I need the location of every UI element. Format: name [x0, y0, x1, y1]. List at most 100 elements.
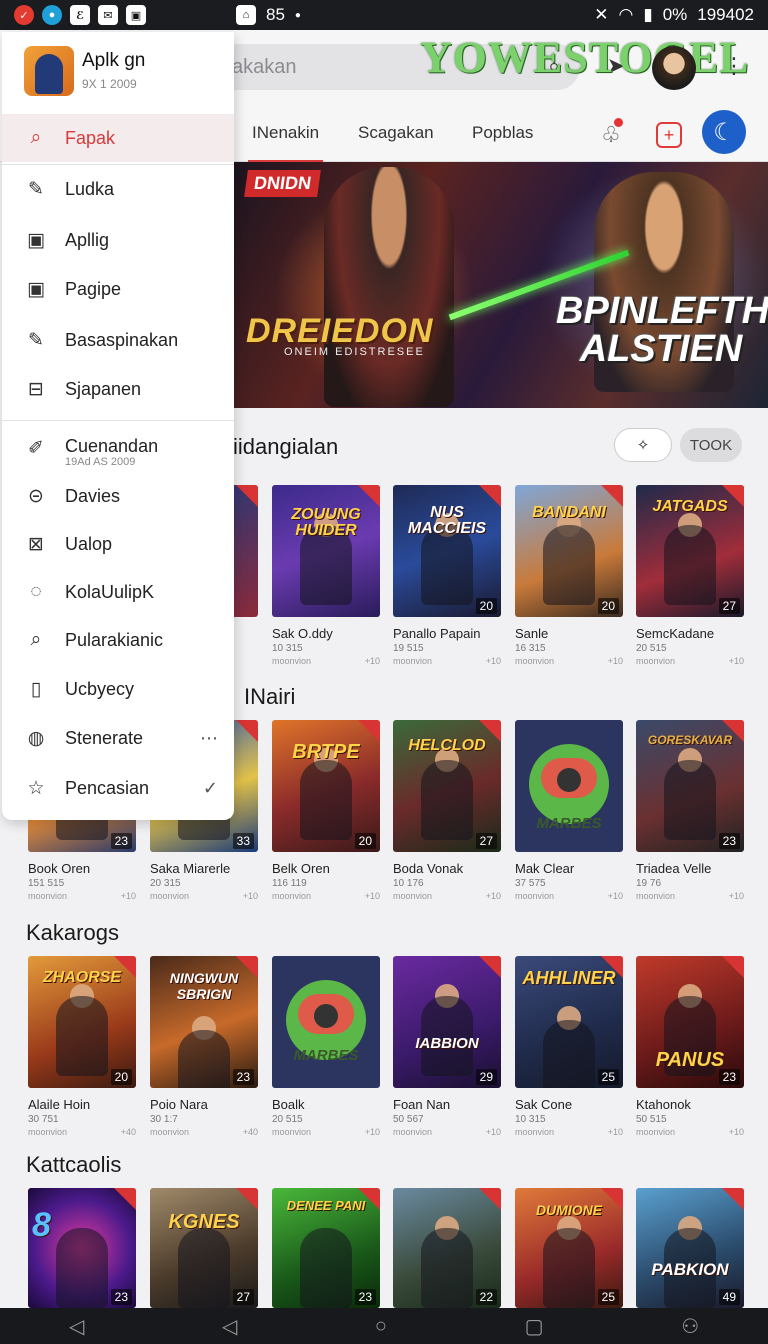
menu-item-ludka[interactable]: ✎ Ludka — [2, 165, 234, 213]
menu-item-pularakianic[interactable]: ⌕ Pularakianic — [2, 616, 234, 664]
tab-popblas[interactable]: Popblas — [472, 123, 533, 143]
mail-icon: ⊠ — [28, 533, 44, 555]
hero-banner[interactable]: DNIDN DREIEDON ONEIM EDISTRESEE BPINLEFT… — [234, 162, 768, 408]
game-tile[interactable]: MARBES Boalk 20 515 moonvion +10 — [272, 956, 380, 1137]
chat-icon: ◍ — [27, 727, 45, 749]
menu-item-stenerate[interactable]: ◍ Stenerate ⋯ — [2, 714, 234, 762]
sort-chip[interactable]: TOOK — [680, 428, 742, 462]
game-tile[interactable]: DENEE PANI 23 — [272, 1188, 380, 1308]
game-tile[interactable]: DUMIONE 25 — [515, 1188, 623, 1308]
tile-stat: +10 — [728, 1127, 744, 1137]
tile-badge: 20 — [110, 1069, 132, 1085]
menu-item-basaspinakan[interactable]: ✎ Basaspinakan — [2, 316, 234, 364]
tile-stat: +10 — [728, 891, 744, 901]
app-version: 9X 1 2009 — [82, 77, 137, 91]
tile-name: Sak O.ddy — [272, 626, 333, 641]
tab-scagakan[interactable]: Scagakan — [358, 123, 434, 143]
tile-name: Triadea Velle — [636, 861, 712, 876]
game-tile[interactable]: HELCLOD 27 Boda Vonak 10 176 moonvion +10 — [393, 720, 501, 901]
add-icon[interactable]: + — [656, 122, 682, 148]
avatar[interactable] — [652, 46, 696, 90]
game-tile[interactable]: ZHAORSE 20 Alaile Hoin 30 751 moonvion +4… — [28, 956, 136, 1137]
menu-item-kolauulipk[interactable]: ◌ KolaUulipK — [2, 568, 234, 616]
menu-item-ucbyecy[interactable]: ▯ Ucbyecy — [2, 665, 234, 713]
game-tile[interactable]: 8 23 — [28, 1188, 136, 1308]
search-icon: ⌕ — [30, 127, 42, 148]
tile-meta: 50 567 — [393, 1114, 424, 1125]
menu-item-sjapanen[interactable]: ⊟ Sjapanen — [2, 365, 234, 413]
more-icon[interactable]: ⋮ — [720, 52, 748, 80]
tile-stat: +40 — [120, 1127, 136, 1137]
game-tile[interactable]: BANDANI 20 Sanle 16 315 moonvion +10 — [515, 485, 623, 666]
tile-stat: +40 — [242, 1127, 258, 1137]
recents-icon[interactable]: ▢ — [525, 1314, 544, 1339]
tile-stat: moonvion — [150, 1127, 190, 1137]
game-tile[interactable]: BRTPE 20 Belk Oren 116 119 moonvion +10 — [272, 720, 380, 901]
menu-item-fapak[interactable]: ⌕ Fapak — [2, 114, 234, 162]
back-icon[interactable]: ◁ — [69, 1314, 84, 1339]
app-notification-icon: ✓ — [14, 5, 34, 25]
menu-item-davies[interactable]: ⊝ Davies — [2, 472, 234, 520]
menu-item-pencasian[interactable]: ☆ Pencasian ✓ — [2, 764, 234, 812]
tile-name: Boalk — [272, 1097, 305, 1112]
game-tile[interactable]: MARBES Mak Clear 37 575 moonvion +10 — [515, 720, 623, 901]
game-tile[interactable]: GORESKAVAR 23 Triadea Velle 19 76 moonvi… — [636, 720, 744, 901]
home-icon[interactable]: ○ — [375, 1315, 387, 1338]
edit-icon: ✎ — [28, 178, 44, 200]
moon-icon[interactable]: ☾ — [702, 110, 746, 154]
game-tile[interactable]: NUS MACCIEIS 20 Panallo Papain 19 515 mo… — [393, 485, 501, 666]
tile-logo: JATGADS — [652, 498, 728, 515]
game-tile[interactable]: AHHLINER 25 Sak Cone 10 315 moonvion +10 — [515, 956, 623, 1137]
game-tile[interactable]: JATGADS 27 SemcKadane 20 515 moonvion +10 — [636, 485, 744, 666]
app-notification-icon: ℰ — [70, 5, 90, 25]
tile-badge: 23 — [110, 833, 132, 849]
search-input[interactable]: akakan — [232, 56, 297, 79]
tile-stat: +10 — [485, 656, 501, 666]
menu-item-cuenandan[interactable]: ✐ Cuenandan 19Ad AS 2009 — [2, 422, 234, 476]
game-tile[interactable]: IABBION 29 Foan Nan 50 567 moonvion +10 — [393, 956, 501, 1137]
menu-item-pagipe[interactable]: ▣ Pagipe — [2, 265, 234, 313]
tab-inenakin[interactable]: INenakin — [247, 123, 324, 163]
tile-logo: KGNES — [168, 1211, 240, 1233]
game-tile[interactable]: PABKION 49 — [636, 1188, 744, 1308]
app-name: Aplk gn — [82, 50, 146, 71]
tile-logo: MARBES — [293, 1047, 359, 1064]
game-tile[interactable]: PANUS 23 Ktahonok 50 515 moonvion +10 — [636, 956, 744, 1137]
tile-name: Panallo Papain — [393, 626, 481, 641]
back-icon[interactable]: ◁ — [222, 1314, 237, 1339]
tile-name: Belk Oren — [272, 861, 330, 876]
tile-stat: moonvion — [272, 656, 312, 666]
tile-stat: moonvion — [393, 656, 433, 666]
tile-logo: 8 — [32, 1206, 51, 1244]
game-tile[interactable]: KGNES 27 — [150, 1188, 258, 1308]
filter-button[interactable]: ✧ — [614, 428, 672, 462]
game-tile[interactable]: ZOUUNG HUIDER Sak O.ddy 10 315 moonvion +… — [272, 485, 380, 666]
tile-badge: 29 — [475, 1069, 497, 1085]
hero-character — [324, 167, 454, 407]
menu-item-sublabel: 19Ad AS 2009 — [65, 456, 136, 468]
game-tile[interactable]: 22 — [393, 1188, 501, 1308]
document-icon: ▯ — [30, 678, 42, 700]
section-title: INairi — [244, 684, 296, 709]
app-icon: ▣ — [27, 229, 45, 251]
menu-item-ualop[interactable]: ⊠ Ualop — [2, 520, 234, 568]
tile-logo: BANDANI — [532, 504, 606, 521]
assistant-icon[interactable]: ⚇ — [681, 1314, 699, 1339]
tile-badge: 27 — [475, 833, 497, 849]
tile-stat: +10 — [485, 891, 501, 901]
game-tile[interactable]: NINGWUN SBRIGN 23 Poio Nara 30 1:7 moonv… — [150, 956, 258, 1137]
more-options-icon[interactable]: ⋯ — [200, 728, 218, 749]
tile-stat: +10 — [364, 1127, 380, 1137]
tile-meta: 116 119 — [272, 878, 307, 889]
battery-text: 0% — [662, 5, 688, 24]
tile-meta: 30 751 — [28, 1114, 59, 1125]
clock: 199402 — [697, 5, 754, 24]
tile-logo: PABKION — [651, 1260, 729, 1279]
tile-stat: moonvion — [515, 1127, 555, 1137]
menu-item-apllig[interactable]: ▣ Apllig — [2, 216, 234, 264]
tile-stat: moonvion — [272, 1127, 312, 1137]
brand-logo: YOWESTOGEL — [420, 33, 750, 82]
tile-meta: 19 515 — [393, 643, 424, 654]
tile-meta: 10 176 — [393, 878, 424, 889]
tile-logo: HELCLOD — [408, 737, 486, 754]
